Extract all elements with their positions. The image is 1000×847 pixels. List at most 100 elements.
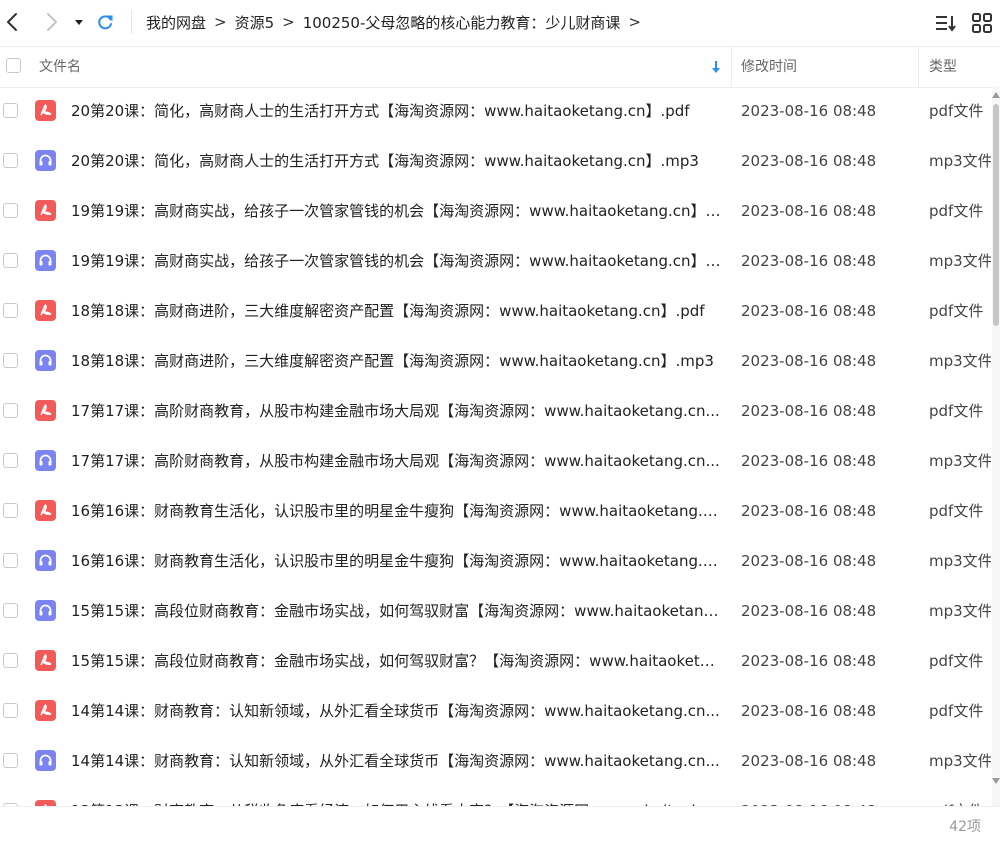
file-row[interactable]: 18第18课：高财商进阶，三大维度解密资产配置【海淘资源网：www.haitao… — [0, 336, 992, 386]
toolbar: 我的网盘 > 资源5 > 100250-父母忽略的核心能力教育：少儿财商课 > — [0, 0, 1000, 44]
file-name[interactable]: 15第15课：高段位财商教育：金融市场实战，如何驾驭财富【海淘资源网：www.h… — [71, 586, 723, 636]
row-checkbox[interactable] — [3, 653, 18, 668]
file-name[interactable]: 17第17课：高阶财商教育，从股市构建金融市场大局观【海淘资源网：www.hai… — [71, 386, 723, 436]
toolbar-divider — [131, 10, 132, 34]
file-row[interactable]: 15第15课：高段位财商教育：金融市场实战，如何驾驭财富【海淘资源网：www.h… — [0, 586, 992, 636]
file-type: mp3文件 — [929, 252, 991, 270]
row-checkbox[interactable] — [3, 403, 18, 418]
file-name[interactable]: 15第15课：高段位财商教育：金融市场实战，如何驾驭财富？【海淘资源网：www.… — [71, 636, 723, 686]
file-type: mp3文件 — [929, 452, 991, 470]
file-row[interactable]: 16第16课：财商教育生活化，认识股市里的明星金牛瘦狗【海淘资源网：www.ha… — [0, 486, 992, 536]
select-all-checkbox[interactable] — [6, 58, 21, 73]
row-checkbox[interactable] — [3, 553, 18, 568]
file-name[interactable]: 16第16课：财商教育生活化，认识股市里的明星金牛瘦狗【海淘资源网：www.ha… — [71, 486, 723, 536]
history-dropdown-button[interactable] — [72, 10, 86, 34]
file-modified-time: 2023-08-16 08:48 — [741, 302, 877, 320]
pdf-file-icon — [35, 700, 56, 721]
item-count: 42项 — [949, 819, 981, 835]
row-checkbox[interactable] — [3, 703, 18, 718]
scroll-up-icon[interactable] — [992, 92, 1000, 98]
column-modified-header[interactable]: 修改时间 — [741, 47, 797, 87]
file-name[interactable]: 18第18课：高财商进阶，三大维度解密资产配置【海淘资源网：www.haitao… — [71, 336, 723, 386]
row-checkbox[interactable] — [3, 353, 18, 368]
file-name[interactable]: 19第19课：高财商实战，给孩子一次管家管钱的机会【海淘资源网：www.hait… — [71, 186, 723, 236]
file-name[interactable]: 14第14课：财商教育：认知新领域，从外汇看全球货币【海淘资源网：www.hai… — [71, 736, 723, 786]
row-checkbox[interactable] — [3, 603, 18, 618]
sort-descending-icon[interactable] — [709, 59, 723, 75]
file-modified-time: 2023-08-16 08:48 — [741, 786, 876, 806]
row-checkbox[interactable] — [3, 453, 18, 468]
file-name[interactable]: 20第20课：简化，高财商人士的生活打开方式【海淘资源网：www.haitaok… — [71, 136, 723, 186]
file-type: pdf文件 — [929, 402, 984, 420]
back-button[interactable] — [2, 10, 24, 34]
file-row[interactable]: 13第13课：财商教育：从税收角度看经济，如何用主线看大变？【海淘资源网：www… — [0, 786, 992, 806]
row-checkbox[interactable] — [3, 103, 18, 118]
file-row[interactable]: 18第18课：高财商进阶，三大维度解密资产配置【海淘资源网：www.haitao… — [0, 286, 992, 336]
file-name[interactable]: 19第19课：高财商实战，给孩子一次管家管钱的机会【海淘资源网：www.hait… — [71, 236, 723, 286]
audio-file-icon — [35, 250, 56, 271]
breadcrumb-expand-icon[interactable]: > — [628, 13, 641, 31]
breadcrumb-item-current[interactable]: 100250-父母忽略的核心能力教育：少儿财商课 — [303, 12, 621, 33]
audio-file-icon — [35, 450, 56, 471]
file-type: mp3文件 — [929, 152, 991, 170]
scroll-down-icon[interactable] — [992, 778, 1000, 784]
grid-view-icon — [972, 13, 992, 33]
file-name[interactable]: 13第13课：财商教育：从税收角度看经济，如何用主线看大变？【海淘资源网：www… — [71, 786, 723, 806]
sort-menu-button[interactable] — [934, 12, 958, 34]
breadcrumb-item-folder[interactable]: 资源5 — [235, 12, 275, 33]
scrollbar-thumb[interactable] — [993, 104, 999, 326]
chevron-left-icon — [7, 13, 17, 31]
pdf-file-icon — [35, 500, 56, 521]
file-name[interactable]: 16第16课：财商教育生活化，认识股市里的明星金牛瘦狗【海淘资源网：www.ha… — [71, 536, 723, 586]
file-row[interactable]: 20第20课：简化，高财商人士的生活打开方式【海淘资源网：www.haitaok… — [0, 86, 992, 136]
file-row[interactable]: 14第14课：财商教育：认知新领域，从外汇看全球货币【海淘资源网：www.hai… — [0, 686, 992, 736]
pdf-file-icon — [35, 650, 56, 671]
file-row[interactable]: 14第14课：财商教育：认知新领域，从外汇看全球货币【海淘资源网：www.hai… — [0, 736, 992, 786]
audio-file-icon — [35, 350, 56, 371]
audio-file-icon — [35, 550, 56, 571]
file-name[interactable]: 20第20课：简化，高财商人士的生活打开方式【海淘资源网：www.haitaok… — [71, 86, 723, 136]
column-divider[interactable] — [731, 47, 732, 87]
file-row[interactable]: 20第20课：简化，高财商人士的生活打开方式【海淘资源网：www.haitaok… — [0, 136, 992, 186]
column-type-header[interactable]: 类型 — [929, 47, 957, 87]
pdf-file-icon — [35, 300, 56, 321]
pdf-file-icon — [35, 200, 56, 221]
file-type: pdf文件 — [929, 302, 984, 320]
file-row[interactable]: 19第19课：高财商实战，给孩子一次管家管钱的机会【海淘资源网：www.hait… — [0, 236, 992, 286]
refresh-icon — [98, 15, 113, 30]
refresh-button[interactable] — [94, 10, 116, 34]
breadcrumb: 我的网盘 > 资源5 > 100250-父母忽略的核心能力教育：少儿财商课 > — [146, 11, 649, 33]
file-modified-time: 2023-08-16 08:48 — [741, 702, 877, 720]
audio-file-icon — [35, 150, 56, 171]
breadcrumb-item-root[interactable]: 我的网盘 — [146, 12, 206, 33]
file-row[interactable]: 15第15课：高段位财商教育：金融市场实战，如何驾驭财富？【海淘资源网：www.… — [0, 636, 992, 686]
file-modified-time: 2023-08-16 08:48 — [741, 752, 877, 770]
file-type: mp3文件 — [929, 552, 991, 570]
row-checkbox[interactable] — [3, 303, 18, 318]
file-row[interactable]: 17第17课：高阶财商教育，从股市构建金融市场大局观【海淘资源网：www.hai… — [0, 386, 992, 436]
grid-view-button[interactable] — [970, 12, 994, 34]
file-type: mp3文件 — [929, 352, 991, 370]
file-name[interactable]: 18第18课：高财商进阶，三大维度解密资产配置【海淘资源网：www.haitao… — [71, 286, 723, 336]
file-modified-time: 2023-08-16 08:48 — [741, 652, 877, 670]
audio-file-icon — [35, 750, 56, 771]
pdf-file-icon — [35, 100, 56, 121]
file-row[interactable]: 16第16课：财商教育生活化，认识股市里的明星金牛瘦狗【海淘资源网：www.ha… — [0, 536, 992, 586]
caret-down-icon — [75, 20, 83, 25]
audio-file-icon — [35, 600, 56, 621]
file-name[interactable]: 14第14课：财商教育：认知新领域，从外汇看全球货币【海淘资源网：www.hai… — [71, 686, 723, 736]
row-checkbox[interactable] — [3, 503, 18, 518]
row-checkbox[interactable] — [3, 253, 18, 268]
column-name-header[interactable]: 文件名 — [39, 47, 81, 87]
file-row[interactable]: 19第19课：高财商实战，给孩子一次管家管钱的机会【海淘资源网：www.hait… — [0, 186, 992, 236]
file-list: 20第20课：简化，高财商人士的生活打开方式【海淘资源网：www.haitaok… — [0, 86, 992, 806]
file-type: mp3文件 — [929, 602, 991, 620]
row-checkbox[interactable] — [3, 203, 18, 218]
row-checkbox[interactable] — [3, 753, 18, 768]
forward-button[interactable] — [40, 10, 62, 34]
row-checkbox[interactable] — [3, 153, 18, 168]
vertical-scrollbar[interactable] — [992, 86, 1000, 806]
file-name[interactable]: 17第17课：高阶财商教育，从股市构建金融市场大局观【海淘资源网：www.hai… — [71, 436, 723, 486]
file-row[interactable]: 17第17课：高阶财商教育，从股市构建金融市场大局观【海淘资源网：www.hai… — [0, 436, 992, 486]
column-divider[interactable] — [918, 47, 919, 87]
